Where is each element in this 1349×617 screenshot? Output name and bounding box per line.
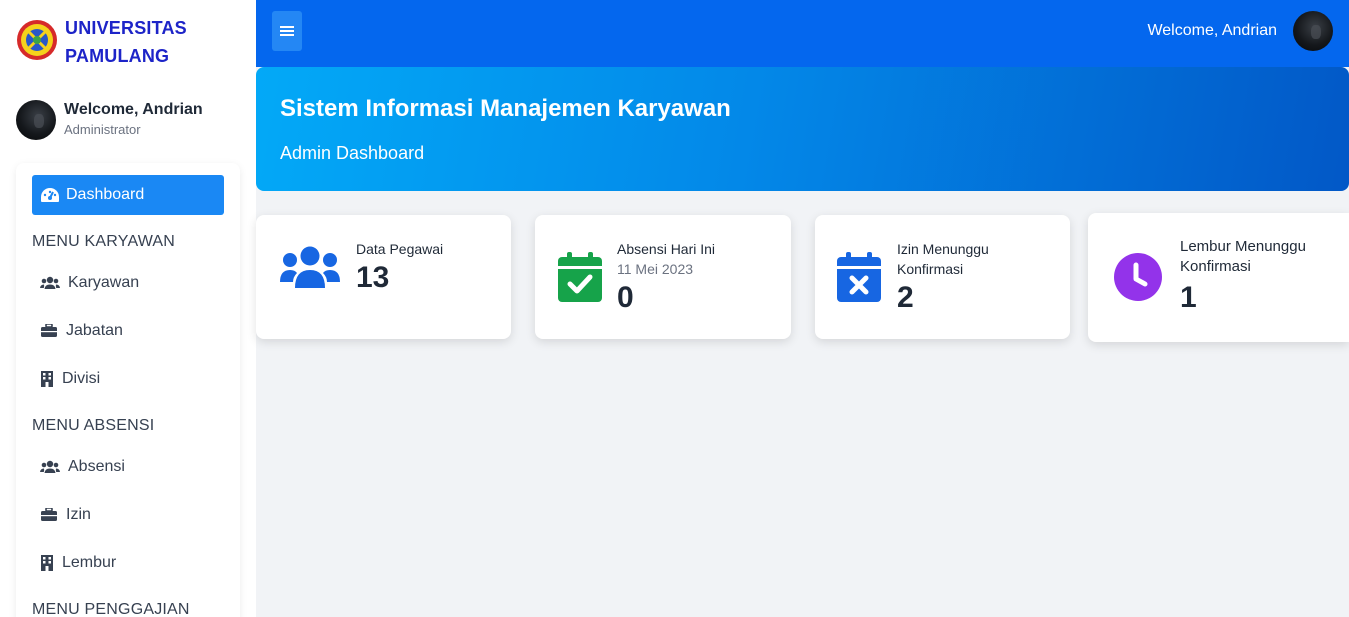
stat-label: Absensi Hari Ini: [617, 241, 716, 257]
hamburger-menu-icon: [280, 26, 294, 36]
sidebar-item-karyawan[interactable]: Karyawan: [40, 271, 139, 295]
dashboard-gauge-icon: [41, 188, 59, 202]
briefcase-icon: [41, 324, 57, 337]
users-icon: [280, 246, 340, 288]
clock-icon: [1114, 253, 1162, 301]
university-logo-icon: [17, 20, 57, 60]
stat-value: 0: [617, 281, 634, 314]
stat-label-line-2: Konfirmasi: [1180, 258, 1251, 275]
sidebar-item-izin[interactable]: Izin: [40, 503, 91, 527]
header-welcome-text: Welcome, Andrian: [1147, 22, 1277, 39]
brand-line-1: UNIVERSITAS: [65, 18, 187, 38]
header-avatar[interactable]: [1293, 11, 1333, 51]
stat-label-line-1: Lembur Menunggu: [1180, 238, 1306, 255]
stat-card-data-pegawai[interactable]: Data Pegawai 13: [256, 215, 511, 339]
stat-label: Lembur Menunggu Konfirmasi: [1180, 237, 1306, 277]
sidebar-item-absensi[interactable]: Absensi: [40, 455, 125, 479]
avatar: [16, 100, 56, 140]
stat-card-lembur-menunggu[interactable]: Lembur Menunggu Konfirmasi 1: [1088, 213, 1349, 342]
sidebar: UNIVERSITAS PAMULANG Welcome, Andrian Ad…: [0, 0, 256, 617]
sidebar-user-name: Welcome, Andrian: [64, 101, 203, 118]
sidebar-item-label: Karyawan: [68, 274, 140, 291]
stat-label-line-2: Konfirmasi: [897, 261, 964, 277]
sidebar-item-label: Jabatan: [66, 322, 123, 339]
stat-label: Izin Menunggu Konfirmasi: [897, 239, 989, 279]
stat-value: 13: [356, 261, 390, 294]
building-icon: [41, 371, 53, 387]
sidebar-item-label: Dashboard: [66, 186, 145, 203]
hero-banner: Sistem Informasi Manajemen Karyawan Admi…: [256, 67, 1349, 191]
stat-date: 11 Mei 2023: [617, 261, 694, 277]
stat-value: 1: [1180, 281, 1197, 314]
sidebar-item-label: Absensi: [68, 458, 125, 475]
users-icon: [40, 460, 60, 473]
sidebar-item-label: Izin: [66, 506, 91, 523]
sidebar-item-label: Divisi: [62, 370, 101, 387]
sidebar-user-role: Administrator: [64, 122, 141, 137]
sidebar-item-jabatan[interactable]: Jabatan: [40, 319, 123, 343]
menu-heading-penggajian: MENU PENGGAJIAN: [32, 601, 190, 617]
users-icon: [40, 276, 60, 289]
stat-card-izin-menunggu[interactable]: Izin Menunggu Konfirmasi 2: [815, 215, 1070, 339]
stat-value: 2: [897, 281, 914, 314]
sidebar-item-lembur[interactable]: Lembur: [40, 551, 116, 575]
calendar-x-icon: [837, 252, 881, 302]
building-icon: [41, 555, 53, 571]
page-title: Sistem Informasi Manajemen Karyawan: [280, 95, 731, 122]
sidebar-item-label: Lembur: [62, 554, 117, 571]
stat-label: Data Pegawai: [356, 241, 444, 257]
menu-heading-karyawan: MENU KARYAWAN: [32, 233, 176, 250]
brand[interactable]: UNIVERSITAS PAMULANG: [16, 14, 187, 70]
stat-card-absensi-hari-ini[interactable]: Absensi Hari Ini 11 Mei 2023 0: [535, 215, 791, 339]
sidebar-user: Welcome, Andrian Administrator: [16, 100, 203, 140]
sidebar-item-divisi[interactable]: Divisi: [40, 367, 100, 391]
brand-line-2: PAMULANG: [65, 46, 170, 66]
stat-label-line-1: Izin Menunggu: [897, 241, 989, 257]
top-navbar: Welcome, Andrian: [256, 0, 1349, 67]
sidebar-menu: Dashboard MENU KARYAWAN Karyawan Jabatan: [16, 163, 240, 617]
page-subtitle: Admin Dashboard: [280, 143, 425, 163]
briefcase-icon: [41, 508, 57, 521]
menu-heading-absensi: MENU ABSENSI: [32, 417, 155, 434]
calendar-check-icon: [558, 252, 602, 302]
sidebar-toggle-button[interactable]: [272, 11, 302, 51]
sidebar-item-dashboard[interactable]: Dashboard: [32, 175, 224, 215]
